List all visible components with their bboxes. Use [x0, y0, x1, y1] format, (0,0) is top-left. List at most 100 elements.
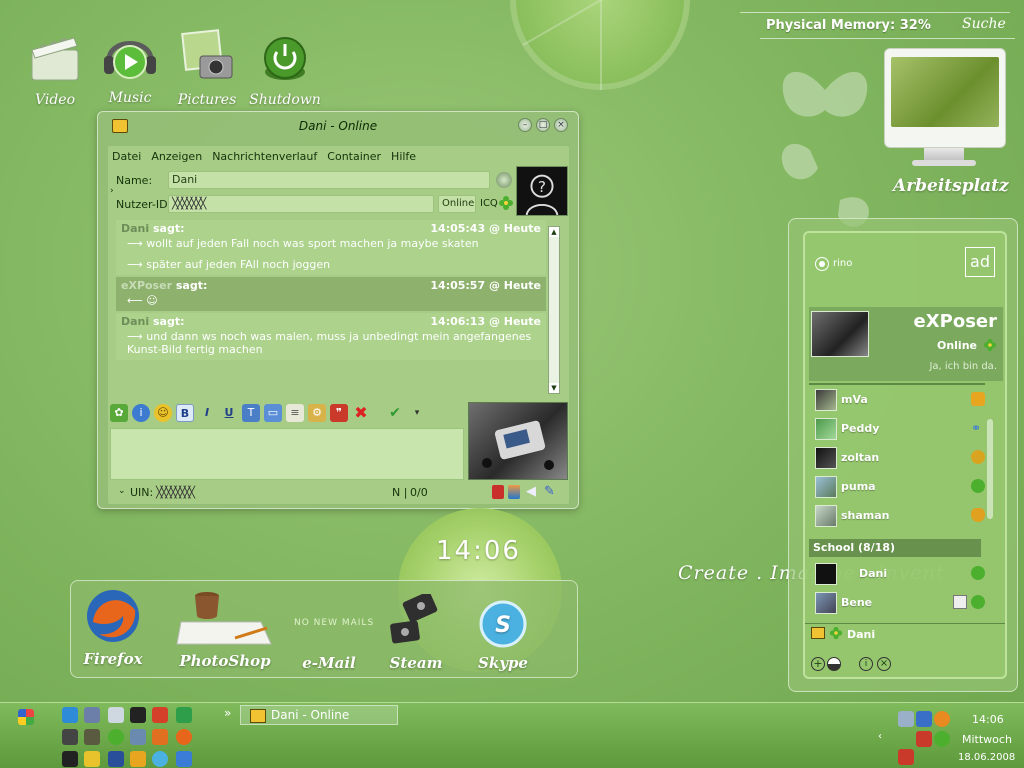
- steam-launcher[interactable]: Steam: [386, 591, 446, 672]
- info-icon[interactable]: i: [132, 404, 150, 422]
- underline-button[interactable]: U: [220, 404, 238, 422]
- minimize-button[interactable]: –: [518, 118, 532, 132]
- show-offline-icon[interactable]: [827, 657, 841, 671]
- menu-anzeigen[interactable]: Anzeigen: [151, 150, 202, 166]
- tray-avast-icon[interactable]: [934, 711, 950, 727]
- quote-icon[interactable]: ❞: [330, 404, 348, 422]
- chat-window[interactable]: Dani - Online – □ × Datei Anzeigen Nachr…: [97, 111, 579, 509]
- photoshop-launcher[interactable]: PhotoShop: [172, 582, 278, 670]
- contact-list-window[interactable]: rino ad eXPoser Online Ja, ich bin da. m…: [788, 218, 1018, 692]
- my-computer-icon[interactable]: [108, 707, 124, 723]
- message-mode: N |: [392, 486, 408, 499]
- contact-item[interactable]: zoltan: [815, 445, 985, 471]
- counter-strike-icon[interactable]: [62, 729, 78, 745]
- contact-name: Peddy: [841, 422, 880, 435]
- menu-hilfe[interactable]: Hilfe: [391, 150, 416, 166]
- icq-protocol-icon[interactable]: ✿: [110, 404, 128, 422]
- skype-icon[interactable]: [152, 751, 168, 767]
- message-input[interactable]: [110, 428, 464, 480]
- music-desktop-icon[interactable]: Music: [92, 26, 168, 106]
- messenger-icon[interactable]: [130, 751, 146, 767]
- quicklaunch-overflow-chevron-icon[interactable]: »: [224, 706, 231, 720]
- game-icon[interactable]: [62, 751, 78, 767]
- status-radio-icon[interactable]: [815, 257, 829, 271]
- contact-item[interactable]: Dani: [815, 561, 985, 587]
- network-icon[interactable]: [84, 707, 100, 723]
- msn-icon[interactable]: [176, 751, 192, 767]
- search-link[interactable]: Suche: [962, 16, 1006, 32]
- own-status-message: Ja, ich bin da.: [929, 361, 997, 372]
- expand-arrow-icon[interactable]: ›: [110, 186, 114, 196]
- folder-icon[interactable]: [84, 751, 100, 767]
- winamp-icon[interactable]: [84, 729, 100, 745]
- send-button[interactable]: ✔: [386, 404, 404, 422]
- close-button[interactable]: ×: [554, 118, 568, 132]
- contact-item[interactable]: shaman: [815, 503, 985, 529]
- contact-item[interactable]: Bene: [815, 590, 985, 616]
- contact-item[interactable]: Peddy ⚭: [815, 416, 985, 442]
- contact-item[interactable]: mVa: [815, 387, 985, 413]
- database-icon[interactable]: [108, 751, 124, 767]
- start-menu-icon[interactable]: [18, 709, 34, 725]
- tray-antivir-icon[interactable]: [898, 749, 914, 765]
- bold-button[interactable]: B: [176, 404, 194, 422]
- menu-container[interactable]: Container: [327, 150, 381, 166]
- send-options-chevron-icon[interactable]: ▾: [408, 404, 426, 422]
- tray-expand-icon[interactable]: ‹: [878, 731, 894, 747]
- history-icon[interactable]: ≡: [286, 404, 304, 422]
- contact-list-scrollbar[interactable]: [987, 419, 993, 519]
- contact-avatar-unknown: ?: [516, 166, 568, 216]
- tray-volume-icon[interactable]: [916, 731, 932, 747]
- sound-icon[interactable]: ◀: [526, 484, 536, 499]
- status-bar: ⌄ UIN: ╳╳╳╳╳╳╳╳ N | 0/0 ◀ ✎: [110, 484, 566, 502]
- secure-icon[interactable]: [508, 485, 520, 499]
- pictures-desktop-icon[interactable]: Pictures: [172, 28, 242, 108]
- name-field[interactable]: Dani: [168, 171, 490, 189]
- typing-notify-icon[interactable]: ✎: [544, 484, 555, 499]
- cancel-icon[interactable]: ✖: [352, 404, 370, 422]
- skype-launcher[interactable]: S Skype: [472, 598, 534, 672]
- info-globe-icon[interactable]: [496, 172, 512, 188]
- my-computer-desktop-icon[interactable]: [882, 48, 1008, 173]
- user-id-field[interactable]: ╳╳╳╳╳╳╳: [168, 195, 434, 213]
- menu-nachrichtenverlauf[interactable]: Nachrichtenverlauf: [212, 150, 317, 166]
- tray-network-icon[interactable]: [898, 711, 914, 727]
- internet-explorer-icon[interactable]: [62, 707, 78, 723]
- message-scrollbar[interactable]: ▲ ▼: [548, 226, 560, 394]
- filezilla-icon[interactable]: [152, 707, 168, 723]
- message-log[interactable]: Dani sagt: 14:05:43 @ Heute ⟶ wollt auf …: [116, 220, 546, 398]
- taskbar-button-chat[interactable]: Dani - Online: [240, 705, 398, 725]
- contact-item[interactable]: puma: [815, 474, 985, 500]
- options-icon[interactable]: ⚙: [308, 404, 326, 422]
- editor-icon[interactable]: [130, 729, 146, 745]
- add-contact-icon[interactable]: +: [811, 657, 825, 671]
- steam-icon[interactable]: [130, 707, 146, 723]
- font-color-icon[interactable]: T: [242, 404, 260, 422]
- tray-l-icon[interactable]: [916, 711, 932, 727]
- maximize-button[interactable]: □: [536, 118, 550, 132]
- skype-label: Skype: [478, 654, 528, 672]
- status-chevron-icon[interactable]: ⌄: [118, 486, 126, 496]
- tray-icq-icon[interactable]: [934, 731, 950, 747]
- info-icon[interactable]: i: [859, 657, 873, 671]
- scroll-down-arrow-icon[interactable]: ▼: [549, 383, 559, 393]
- firefox-launcher[interactable]: Firefox: [80, 586, 146, 668]
- shield-icon[interactable]: [492, 485, 504, 499]
- group-school[interactable]: School (8/18): [809, 539, 981, 557]
- video-desktop-icon[interactable]: Video: [20, 28, 90, 108]
- email-launcher[interactable]: e-Mail: [298, 654, 360, 672]
- smiley-icon[interactable]: ☺: [154, 404, 172, 422]
- scroll-up-arrow-icon[interactable]: ▲: [549, 227, 559, 237]
- background-color-icon[interactable]: ▭: [264, 404, 282, 422]
- utorrent-icon[interactable]: [176, 707, 192, 723]
- icq-icon[interactable]: [108, 729, 124, 745]
- tray-clock[interactable]: 14:06: [972, 713, 1004, 726]
- firefox-icon[interactable]: [176, 729, 192, 745]
- ad-logo-icon[interactable]: ad: [965, 247, 995, 277]
- vlc-icon[interactable]: [152, 729, 168, 745]
- close-icon[interactable]: ×: [877, 657, 891, 671]
- shutdown-desktop-icon[interactable]: Shutdown: [246, 28, 324, 108]
- italic-button[interactable]: I: [198, 404, 216, 422]
- menu-datei[interactable]: Datei: [112, 150, 141, 166]
- own-user-card[interactable]: eXPoser Online Ja, ich bin da.: [809, 307, 1003, 381]
